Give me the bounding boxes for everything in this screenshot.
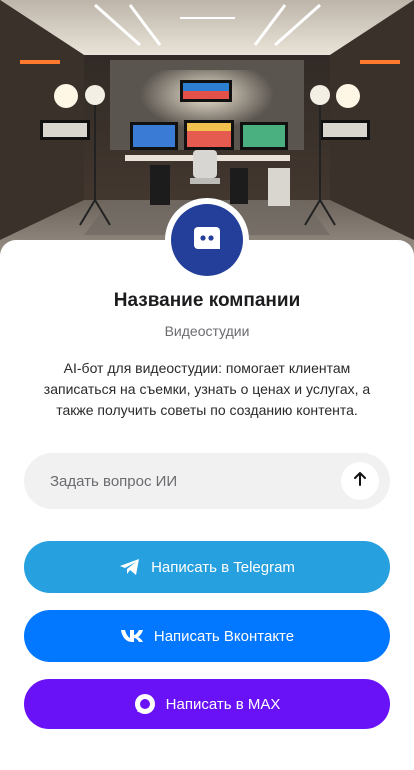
arrow-up-icon — [352, 471, 368, 492]
avatar — [165, 198, 249, 282]
chat-bot-icon — [192, 225, 222, 256]
max-button[interactable]: Написать в MAX — [24, 679, 390, 729]
send-button[interactable] — [341, 462, 379, 500]
telegram-button[interactable]: Написать в Telegram — [24, 541, 390, 593]
page: Название компании Видеостудии AI-бот для… — [0, 0, 414, 770]
vk-icon — [120, 629, 144, 643]
vk-button[interactable]: Написать Вконтакте — [24, 610, 390, 662]
company-description: AI-бот для видеостудии: помогает клиента… — [43, 360, 371, 418]
max-button-label: Написать в MAX — [165, 695, 281, 713]
ask-ai-field[interactable] — [24, 453, 390, 509]
avatar-badge — [171, 204, 243, 276]
telegram-icon — [119, 558, 141, 576]
vk-button-label: Написать Вконтакте — [153, 627, 295, 645]
ask-ai-input[interactable] — [48, 471, 341, 491]
company-name: Название компании — [113, 290, 301, 311]
company-category: Видеостудии — [164, 323, 250, 339]
telegram-button-label: Написать в Telegram — [151, 558, 295, 576]
max-icon — [134, 693, 156, 715]
